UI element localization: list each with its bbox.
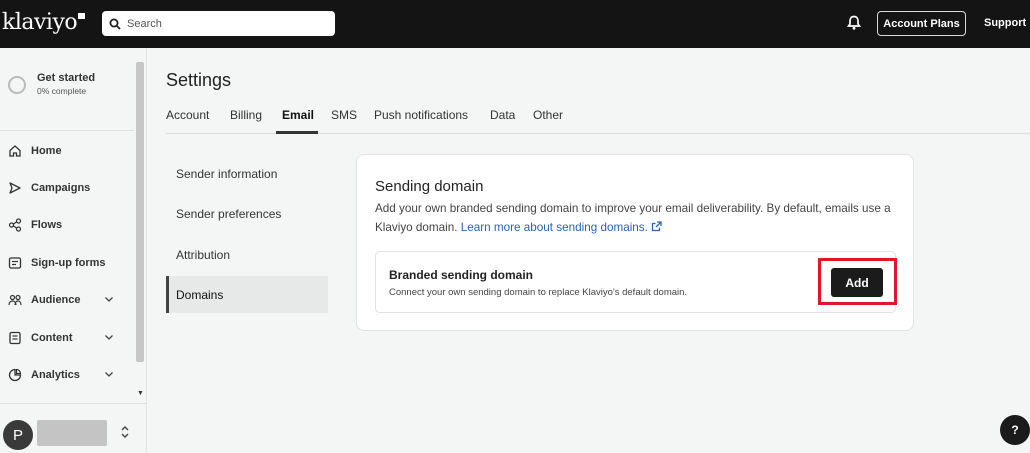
sidebar-item-label: Home: [31, 145, 62, 157]
sidebar-item-content[interactable]: Content: [8, 328, 128, 348]
sidebar-item-home[interactable]: Home: [8, 141, 128, 161]
avatar[interactable]: P: [3, 420, 33, 450]
sidebar-item-label: Content: [31, 332, 73, 344]
subnav-domains[interactable]: Domains: [166, 276, 328, 313]
logo-flag-icon: [78, 13, 86, 19]
tab-push-notifications[interactable]: Push notifications: [374, 108, 468, 122]
analytics-icon: [8, 368, 22, 382]
sidebar-item-signup-forms[interactable]: Sign-up forms: [8, 253, 128, 273]
sidebar-divider: [0, 403, 147, 404]
home-icon: [9, 145, 21, 157]
card-title: Sending domain: [375, 178, 484, 195]
get-started-progress-text: 0% complete: [37, 86, 87, 96]
content-icon: [9, 331, 21, 345]
account-plans-button[interactable]: Account Plans: [877, 11, 966, 36]
search-icon: [109, 18, 121, 30]
sidebar-item-audience[interactable]: Audience: [8, 290, 128, 310]
sidebar: ▼ Get started 0% complete Home Campaigns…: [0, 48, 147, 453]
tab-data[interactable]: Data: [490, 108, 515, 122]
tab-sms[interactable]: SMS: [331, 108, 357, 122]
external-link-icon: [651, 221, 662, 232]
get-started-progress[interactable]: Get started 0% complete: [8, 72, 95, 96]
search-box[interactable]: [102, 11, 335, 36]
sidebar-item-analytics[interactable]: Analytics: [8, 365, 128, 385]
form-icon: [8, 257, 22, 269]
chevron-down-icon[interactable]: [104, 369, 114, 379]
sidebar-item-label: Audience: [31, 294, 81, 306]
subnav-attribution[interactable]: Attribution: [166, 236, 328, 273]
audience-icon: [8, 294, 22, 306]
card-description: Add your own branded sending domain to i…: [375, 199, 900, 237]
sidebar-item-label: Flows: [31, 219, 63, 231]
tab-email[interactable]: Email: [282, 108, 314, 122]
get-started-title: Get started: [37, 72, 96, 84]
sidebar-item-campaigns[interactable]: Campaigns: [8, 178, 128, 198]
progress-ring-icon: [8, 76, 26, 94]
sidebar-item-label: Campaigns: [31, 182, 91, 194]
send-icon: [9, 182, 21, 194]
branded-domain-title: Branded sending domain: [389, 268, 534, 282]
subnav-sender-preferences[interactable]: Sender preferences: [166, 195, 328, 232]
sidebar-divider: [0, 130, 134, 131]
tab-billing[interactable]: Billing: [230, 108, 262, 122]
settings-tabs: Account Billing Email SMS Push notificat…: [166, 104, 1030, 134]
flows-icon: [8, 218, 22, 232]
account-switcher-icon[interactable]: [119, 425, 131, 439]
account-name-redacted[interactable]: [37, 420, 107, 446]
chevron-down-icon[interactable]: [104, 294, 114, 304]
sidebar-item-label: Analytics: [31, 369, 80, 381]
klaviyo-logo[interactable]: klaviyo: [2, 10, 86, 35]
learn-more-link[interactable]: Learn more about sending domains.: [461, 221, 662, 234]
sidebar-scrollbar[interactable]: [136, 62, 144, 362]
tab-other[interactable]: Other: [533, 108, 563, 122]
support-link[interactable]: Support: [984, 17, 1026, 29]
highlight-box: [818, 258, 897, 305]
branded-domain-description: Connect your own sending domain to repla…: [389, 287, 688, 298]
page-title: Settings: [166, 70, 232, 90]
sidebar-item-label: Sign-up forms: [31, 257, 106, 269]
help-button[interactable]: ?: [1000, 415, 1030, 445]
search-input[interactable]: [127, 17, 317, 30]
tab-account[interactable]: Account: [166, 108, 209, 122]
scroll-down-icon[interactable]: ▼: [137, 390, 144, 397]
subnav-sender-information[interactable]: Sender information: [166, 155, 328, 192]
sidebar-item-flows[interactable]: Flows: [8, 215, 128, 235]
active-tab-indicator: [276, 131, 318, 134]
notification-bell-icon[interactable]: [847, 15, 861, 31]
top-bar: klaviyo Account Plans Support: [0, 0, 1030, 48]
chevron-down-icon[interactable]: [104, 332, 114, 342]
